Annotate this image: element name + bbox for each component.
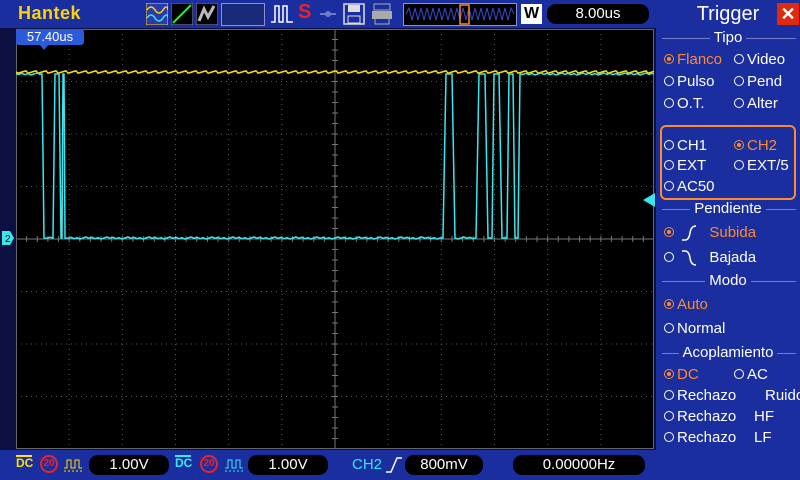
trigger-level-marker[interactable] <box>643 193 655 207</box>
section-pendiente-heading: Pendiente <box>656 200 800 217</box>
trigger-panel: Trigger ✕ Tipo Flanco Video Pulso Pend O… <box>656 0 800 480</box>
ch1-coupling-icon[interactable]: DC <box>16 455 33 469</box>
option-subida[interactable]: Subida <box>664 224 756 242</box>
svg-text:2: 2 <box>5 234 11 245</box>
time-marker-label: 57.40us <box>16 29 84 45</box>
rising-slope-icon <box>682 225 697 241</box>
waveform-canvas <box>15 28 655 450</box>
waveform-display[interactable] <box>15 28 655 450</box>
option-ext5[interactable]: EXT/5 <box>734 157 789 175</box>
option-rechazo-hf[interactable]: Rechazo HF <box>664 408 774 426</box>
section-modo-heading: Modo <box>656 272 800 289</box>
section-acoplamiento-heading: Acoplamiento <box>656 344 800 361</box>
persistence-icon[interactable] <box>196 3 218 25</box>
close-button[interactable]: ✕ <box>777 3 799 25</box>
ch2-probe-icon <box>225 459 243 472</box>
option-pend[interactable]: Pend <box>734 73 782 91</box>
option-ch1[interactable]: CH1 <box>664 137 707 155</box>
ch1-volts-div[interactable]: 1.00V <box>89 455 169 475</box>
timebase-display[interactable]: 8.00us <box>547 4 649 24</box>
save-icon[interactable] <box>342 3 366 25</box>
trigger-source-label[interactable]: CH2 <box>352 456 382 474</box>
option-bajada[interactable]: Bajada <box>664 249 756 267</box>
option-auto[interactable]: Auto <box>664 296 708 314</box>
memory-position-bar[interactable] <box>403 3 517 26</box>
brand-logo: Hantek <box>18 3 82 23</box>
trigger-level-display[interactable]: 800mV <box>405 455 483 475</box>
acquisition-mode-badge[interactable]: W <box>521 4 542 24</box>
ch2-bandwidth-limit-badge[interactable]: 20 <box>200 455 218 473</box>
status-box <box>221 3 265 26</box>
probe-icon <box>320 11 336 17</box>
ch2-volts-div[interactable]: 1.00V <box>248 455 328 475</box>
waveform-icon[interactable] <box>146 3 168 25</box>
ch1-probe-icon <box>64 459 82 472</box>
option-rechazo-ruido[interactable]: RechazoRuido <box>664 387 800 405</box>
trigger-edge-icon[interactable] <box>270 3 294 25</box>
top-toolbar: Hantek S W 8.00us <box>0 0 656 28</box>
rising-edge-icon <box>386 457 402 473</box>
ch1-bandwidth-limit-badge[interactable]: 20 <box>40 455 58 473</box>
option-ac[interactable]: AC <box>734 366 768 384</box>
section-tipo-heading: Tipo <box>656 29 800 46</box>
trigger-frequency-display: 0.00000Hz <box>513 455 645 475</box>
ch2-ground-marker[interactable]: 2 <box>2 231 14 245</box>
run-state-indicator[interactable]: S <box>298 1 311 24</box>
ch2-coupling-icon[interactable]: DC <box>175 455 192 469</box>
option-dc[interactable]: DC <box>664 366 699 384</box>
falling-slope-icon <box>682 250 697 266</box>
option-rechazo-lf[interactable]: Rechazo LF <box>664 429 772 447</box>
option-ot[interactable]: O.T. <box>664 95 705 113</box>
option-flanco[interactable]: Flanco <box>664 51 722 69</box>
time-marker-pointer <box>39 44 49 50</box>
vector-mode-icon[interactable] <box>171 3 193 25</box>
option-ch2[interactable]: CH2 <box>734 137 777 155</box>
option-alter[interactable]: Alter <box>734 95 778 113</box>
option-video[interactable]: Video <box>734 51 785 69</box>
print-icon[interactable] <box>370 3 394 25</box>
option-pulso[interactable]: Pulso <box>664 73 715 91</box>
option-normal[interactable]: Normal <box>664 320 725 338</box>
option-ac50[interactable]: AC50 <box>664 178 715 196</box>
option-ext[interactable]: EXT <box>664 157 706 175</box>
